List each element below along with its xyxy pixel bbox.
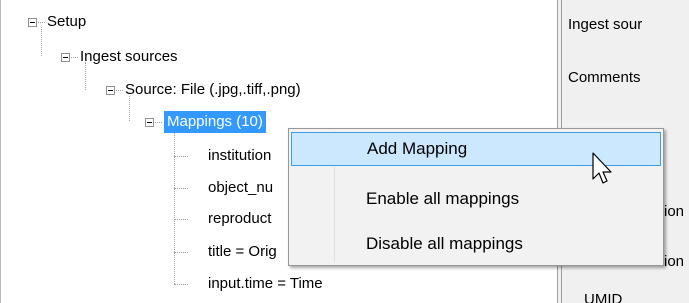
tree-connector <box>155 122 162 124</box>
tree-connector <box>174 219 188 221</box>
tree-connector <box>174 188 188 190</box>
tree-node-label: title = Orig <box>208 243 277 260</box>
tree-connector <box>174 156 188 158</box>
field-label: ion <box>664 203 685 220</box>
context-menu[interactable]: Add Mapping Enable all mappings Disable … <box>288 128 664 266</box>
comments-label: Comments <box>568 69 641 86</box>
field-label: ion <box>664 253 685 270</box>
tree-connector <box>174 284 188 286</box>
umid-label: UMID <box>584 291 623 303</box>
tree-connector <box>116 90 123 92</box>
collapse-icon[interactable] <box>145 118 154 127</box>
collapse-icon[interactable] <box>61 53 70 62</box>
tree-connector <box>38 22 45 24</box>
ingest-source-label: Ingest sour <box>568 16 643 33</box>
tree-connector <box>71 57 78 59</box>
mouse-pointer-icon <box>592 152 612 184</box>
tree-connector <box>41 27 43 56</box>
tree-node-label: Mappings (10) <box>164 111 266 133</box>
collapse-icon[interactable] <box>28 18 37 27</box>
tree-node-label: object_nu <box>208 179 274 196</box>
tree-connector <box>174 129 176 284</box>
menu-item-enable-all-mappings[interactable]: Enable all mappings <box>291 182 661 216</box>
tree-node-label: input.time = Time <box>208 275 323 292</box>
tree-node-label: Setup <box>47 13 87 30</box>
tree-connector <box>174 252 188 254</box>
tree-node-label: reproduct <box>208 210 272 227</box>
tree-node-label: Ingest sources <box>80 48 178 65</box>
menu-item-disable-all-mappings[interactable]: Disable all mappings <box>291 227 661 261</box>
collapse-icon[interactable] <box>106 86 115 95</box>
tree-node-label: Source: File (.jpg,.tiff,.png) <box>125 81 301 98</box>
tree-node-label: institution <box>208 147 272 164</box>
